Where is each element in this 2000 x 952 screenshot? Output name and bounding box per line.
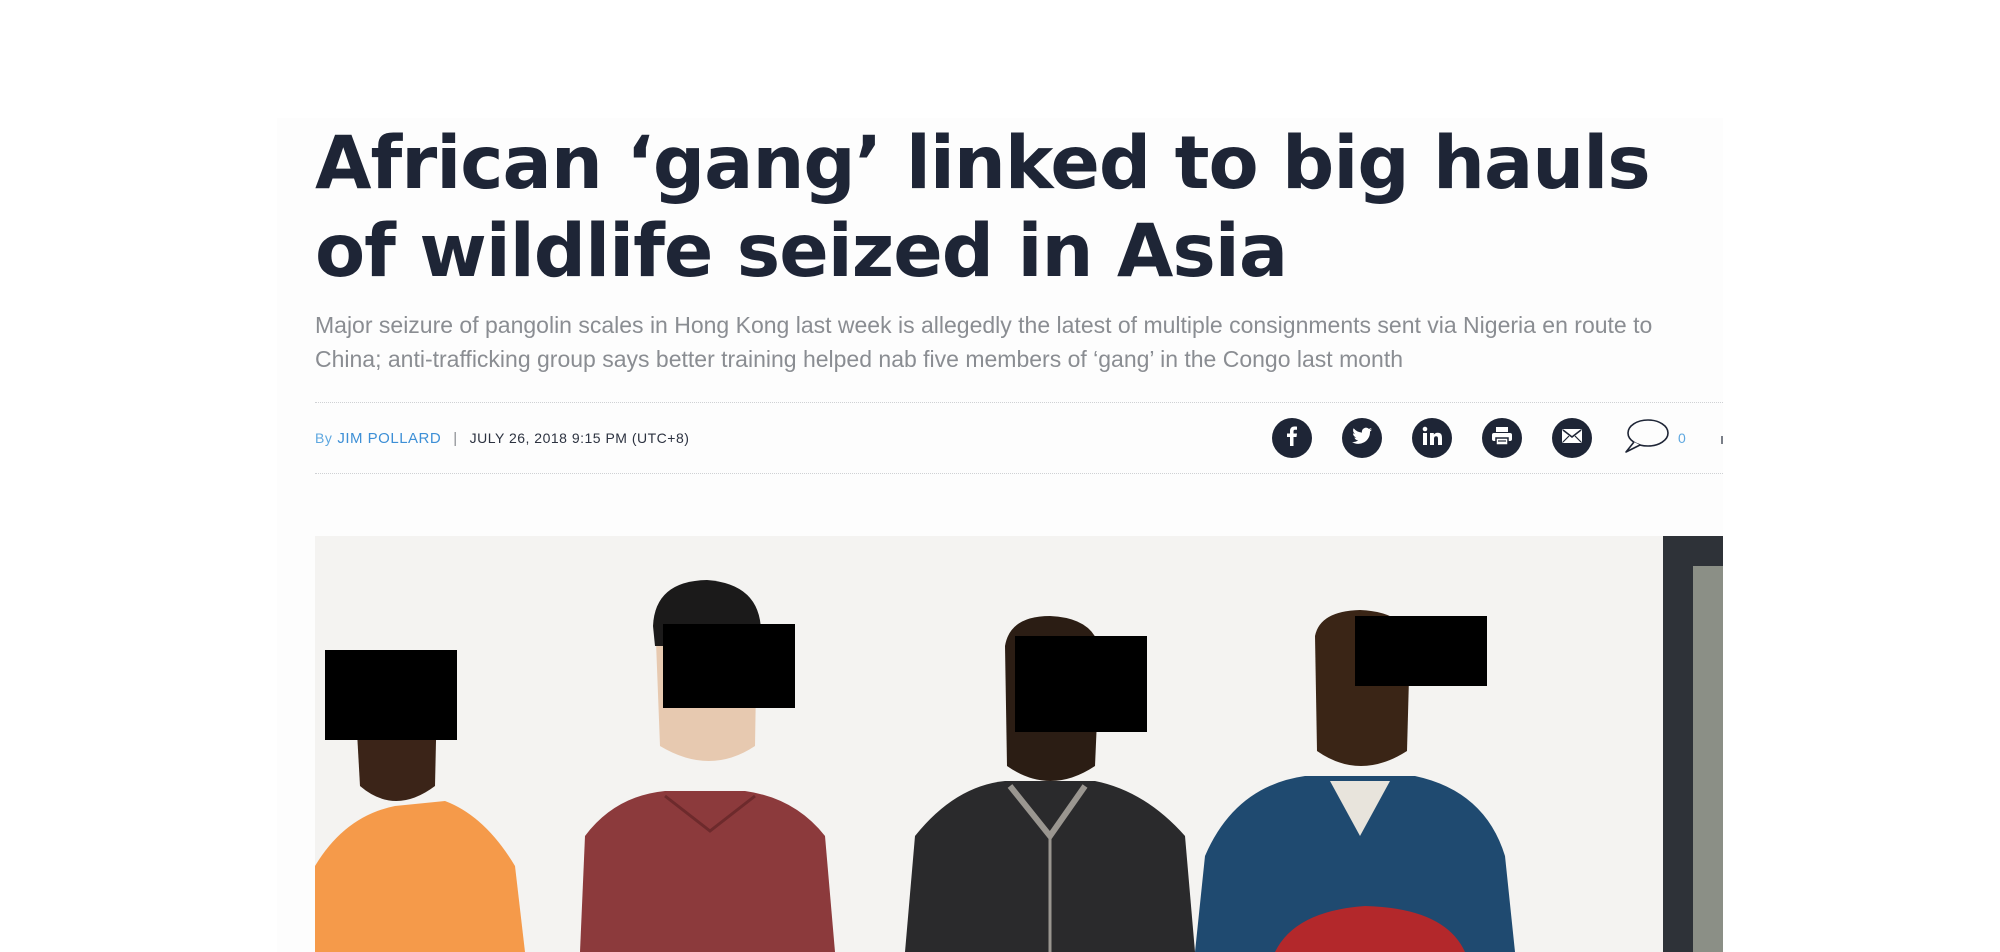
article-page: African ‘gang’ linked to big hauls of wi…	[277, 118, 1723, 952]
article-headline: African ‘gang’ linked to big hauls of wi…	[315, 121, 1651, 294]
article-standfirst: Major seizure of pangolin scales in Hong…	[315, 312, 1653, 372]
byline-prefix: By	[315, 430, 333, 446]
redaction-box	[325, 650, 457, 740]
facebook-share-button[interactable]	[1272, 418, 1312, 458]
linkedin-share-button[interactable]	[1412, 418, 1452, 458]
facebook-icon	[1282, 425, 1302, 452]
email-share-button[interactable]	[1552, 418, 1592, 458]
lead-photo-illustration	[315, 536, 1723, 952]
redaction-box	[1015, 636, 1147, 732]
share-toolbar: 0	[1272, 418, 1686, 458]
print-button[interactable]	[1482, 418, 1522, 458]
author-link[interactable]: JIM POLLARD	[337, 430, 441, 447]
linkedin-icon	[1421, 425, 1443, 452]
publish-date: JULY 26, 2018 9:15 PM (UTC+8)	[469, 430, 690, 446]
email-icon	[1560, 427, 1584, 450]
redaction-box	[1355, 616, 1487, 686]
twitter-share-button[interactable]	[1342, 418, 1382, 458]
byline: By JIM POLLARD | JULY 26, 2018 9:15 PM (…	[315, 426, 689, 450]
lead-photo	[315, 536, 1723, 952]
toolbar-edge-marker	[1721, 436, 1723, 444]
redaction-box	[663, 624, 795, 708]
print-icon	[1490, 425, 1514, 452]
byline-bottom-divider	[315, 473, 1723, 474]
twitter-icon	[1351, 426, 1373, 451]
byline-top-divider	[315, 402, 1723, 403]
comment-icon	[1622, 417, 1670, 460]
comments-button[interactable]: 0	[1622, 417, 1686, 460]
comment-count: 0	[1678, 430, 1686, 446]
byline-separator: |	[453, 429, 458, 447]
